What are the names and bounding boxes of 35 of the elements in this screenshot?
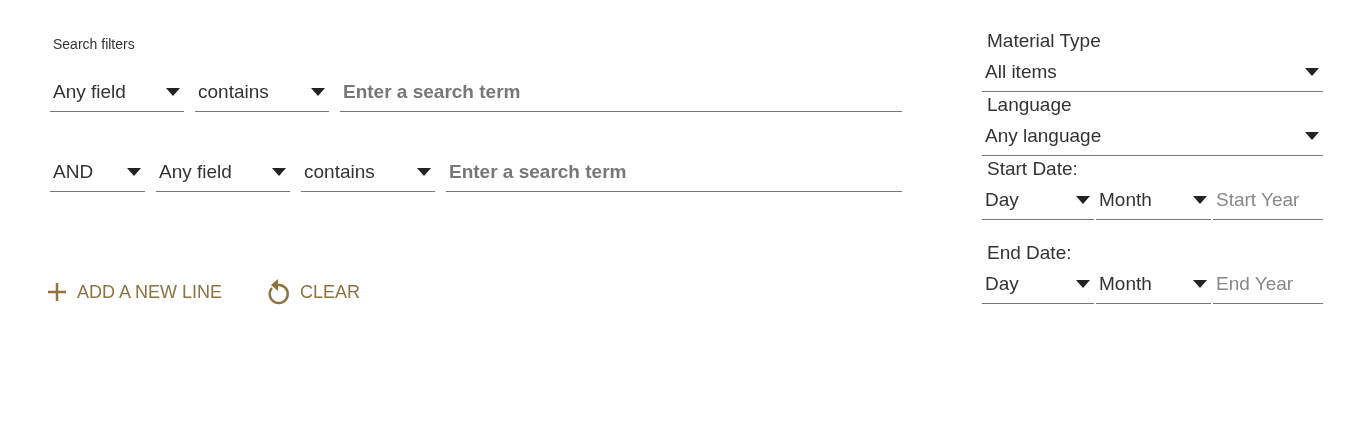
caret-icon <box>127 167 141 176</box>
plus-icon <box>47 282 67 302</box>
field-label: End Date: <box>987 242 1073 264</box>
year-field[interactable]: End Year <box>1213 264 1323 304</box>
language-select[interactable]: Any language <box>982 116 1323 156</box>
field-select[interactable]: Any field <box>156 152 290 192</box>
field-select[interactable]: contains <box>301 152 435 192</box>
caret-icon <box>272 167 286 176</box>
caret-icon <box>311 87 325 96</box>
day-select[interactable]: Day <box>982 180 1094 220</box>
undo-icon <box>266 278 291 306</box>
caret-icon <box>1305 131 1319 140</box>
search-field[interactable]: Enter a search term <box>446 152 902 192</box>
caret-icon <box>1076 279 1090 288</box>
field-label: Language <box>987 94 1073 116</box>
field-label: Material Type <box>987 30 1102 52</box>
day-select[interactable]: Day <box>982 264 1094 304</box>
add-line-button[interactable]: ADD A NEW LINE <box>47 278 223 306</box>
month-select[interactable]: Month <box>1096 264 1211 304</box>
field-select[interactable]: Any field <box>50 72 184 112</box>
operator-select[interactable]: AND <box>50 152 145 192</box>
caret-icon <box>1076 195 1090 204</box>
caret-icon <box>1305 67 1319 76</box>
caret-icon <box>1193 195 1207 204</box>
caret-icon <box>166 87 180 96</box>
caret-icon <box>417 167 431 176</box>
field-label: Start Date: <box>987 158 1079 180</box>
field-select[interactable]: contains <box>195 72 329 112</box>
clear-button[interactable]: CLEAR <box>266 278 361 306</box>
month-select[interactable]: Month <box>1096 180 1211 220</box>
search-field[interactable]: Enter a search term <box>340 72 902 112</box>
caret-icon <box>1193 279 1207 288</box>
material-type-select[interactable]: All items <box>982 52 1323 92</box>
section-label: Search filters <box>53 36 136 52</box>
year-field[interactable]: Start Year <box>1213 180 1323 220</box>
